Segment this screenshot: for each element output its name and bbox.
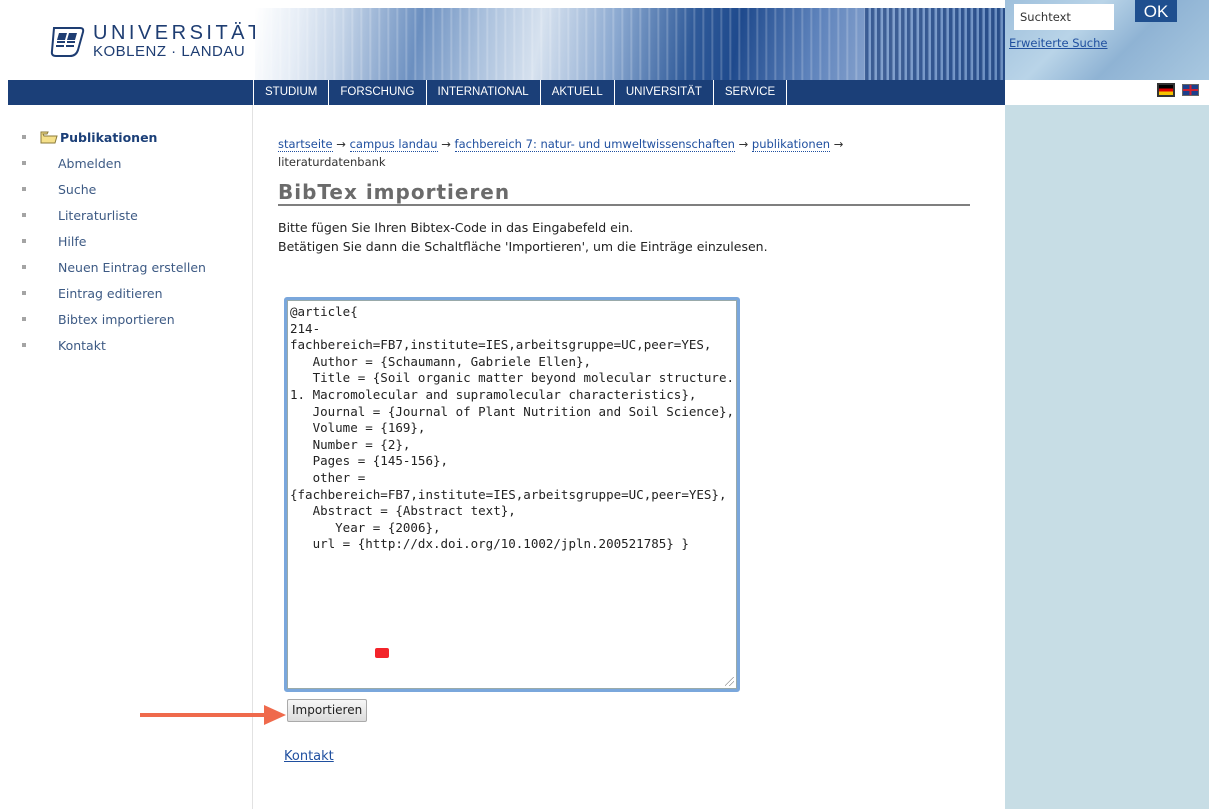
bullet-icon: [22, 239, 26, 243]
bullet-icon: [22, 317, 26, 321]
university-logo-icon: [50, 27, 85, 57]
bibtex-input-wrapper: @article{ 214- fachbereich=FB7,institute…: [284, 297, 740, 692]
sidebar-menu: Publikationen Abmelden Suche Literaturli…: [8, 131, 248, 365]
breadcrumb-separator: →: [738, 137, 749, 151]
sidebar-item-bibtex-importieren[interactable]: Bibtex importieren: [8, 313, 248, 339]
sidebar-item-label: Literaturliste: [58, 208, 138, 223]
nav-item-forschung[interactable]: FORSCHUNG: [328, 80, 425, 105]
advanced-search-link[interactable]: Erweiterte Suche: [1009, 36, 1108, 50]
nav-item-service[interactable]: SERVICE: [712, 80, 788, 105]
bullet-icon: [22, 265, 26, 269]
logo-text-line1: UNIVERSITÄT: [93, 22, 264, 44]
bibtex-input[interactable]: @article{ 214- fachbereich=FB7,institute…: [287, 300, 737, 689]
sidebar-item-eintrag-editieren[interactable]: Eintrag editieren: [8, 287, 248, 313]
sidebar-item-hilfe[interactable]: Hilfe: [8, 235, 248, 261]
nav-item-studium[interactable]: STUDIUM: [253, 80, 328, 105]
header-banner-image: [255, 8, 1005, 80]
sidebar-item-literaturliste[interactable]: Literaturliste: [8, 209, 248, 235]
intro-line-2: Betätigen Sie dann die Schaltfläche 'Imp…: [278, 239, 768, 254]
bullet-icon: [22, 343, 26, 347]
logo-text-line2: KOBLENZ · LANDAU: [93, 43, 246, 60]
nav-items: STUDIUM FORSCHUNG INTERNATIONAL AKTUELL …: [253, 80, 788, 105]
page-title: BibTex importieren: [278, 180, 970, 206]
sidebar-item-publikationen[interactable]: Publikationen: [8, 131, 248, 157]
contact-link[interactable]: Kontakt: [284, 749, 334, 764]
breadcrumb-separator: →: [441, 137, 451, 151]
right-panel: [1005, 105, 1209, 809]
breadcrumb-link-campus-landau[interactable]: campus landau: [349, 137, 438, 152]
nav-item-international[interactable]: INTERNATIONAL: [425, 80, 540, 105]
intro-line-1: Bitte fügen Sie Ihren Bibtex-Code in das…: [278, 220, 634, 235]
bullet-icon: [22, 213, 26, 217]
university-logo[interactable]: UNIVERSITÄT KOBLENZ · LANDAU: [48, 22, 260, 72]
search-ok-button[interactable]: OK: [1135, 0, 1177, 22]
mouse-cursor-marker: [375, 648, 389, 658]
sidebar-item-label: Hilfe: [58, 234, 87, 249]
breadcrumb-link-fachbereich-7[interactable]: fachbereich 7: natur- und umweltwissensc…: [454, 137, 735, 152]
main-content: startseite → campus landau → fachbereich…: [278, 135, 972, 764]
import-button[interactable]: Importieren: [287, 699, 368, 722]
main-navigation: STUDIUM FORSCHUNG INTERNATIONAL AKTUELL …: [8, 80, 1005, 105]
nav-item-aktuell[interactable]: AKTUELL: [539, 80, 614, 105]
search-area: Suchtext OK Erweiterte Suche: [1005, 0, 1209, 80]
sidebar-item-suche[interactable]: Suche: [8, 183, 248, 209]
nav-item-universitaet[interactable]: UNIVERSITÄT: [613, 80, 713, 105]
sidebar-item-abmelden[interactable]: Abmelden: [8, 157, 248, 183]
site-header: UNIVERSITÄT KOBLENZ · LANDAU: [8, 8, 1005, 80]
german-flag-icon[interactable]: [1157, 83, 1175, 97]
bullet-icon: [22, 187, 26, 191]
sidebar-item-label: Abmelden: [58, 156, 122, 171]
bullet-icon: [22, 291, 26, 295]
sidebar-item-label: Publikationen: [60, 130, 158, 145]
sidebar-item-label: Neuen Eintrag erstellen: [58, 260, 206, 275]
sidebar-item-label: Kontakt: [58, 338, 106, 353]
sidebar-item-neuen-eintrag[interactable]: Neuen Eintrag erstellen: [8, 261, 248, 287]
banner-stripes: [865, 8, 1005, 80]
sidebar-item-label: Bibtex importieren: [58, 312, 175, 327]
bullet-icon: [22, 161, 26, 165]
search-input[interactable]: Suchtext: [1014, 4, 1114, 30]
sidebar-item-label: Suche: [58, 182, 97, 197]
sidebar-item-kontakt[interactable]: Kontakt: [8, 339, 248, 365]
breadcrumb-separator: →: [833, 137, 844, 151]
folder-icon: [40, 131, 58, 144]
breadcrumb-link-startseite[interactable]: startseite: [278, 137, 333, 152]
breadcrumb-link-publikationen[interactable]: publikationen: [751, 137, 831, 152]
intro-text: Bitte fügen Sie Ihren Bibtex-Code in das…: [278, 218, 972, 256]
bullet-icon: [22, 135, 26, 139]
language-switcher: [1005, 80, 1209, 105]
breadcrumb-current: literaturdatenbank: [278, 155, 386, 169]
breadcrumb: startseite → campus landau → fachbereich…: [278, 135, 958, 171]
sidebar-item-label: Eintrag editieren: [58, 286, 163, 301]
uk-flag-icon[interactable]: [1182, 84, 1199, 96]
annotation-arrow-icon: [140, 705, 286, 725]
resize-handle-icon[interactable]: [725, 677, 734, 686]
breadcrumb-separator: →: [336, 137, 346, 151]
